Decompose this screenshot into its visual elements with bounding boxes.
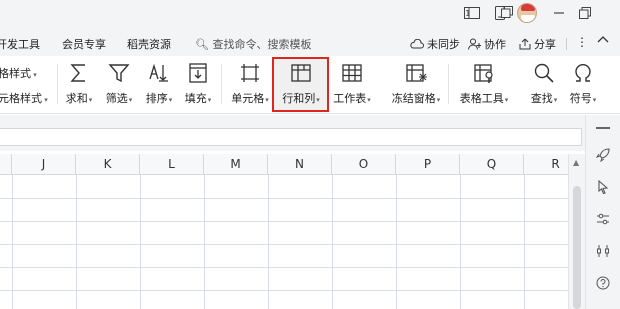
- side-panel: [585, 115, 620, 309]
- split-screen-icon[interactable]: 1: [461, 4, 483, 22]
- sort-button[interactable]: 排序▾: [141, 60, 177, 110]
- symbol-button[interactable]: 符号▾: [565, 60, 601, 110]
- grid-line: [140, 175, 141, 309]
- share-button[interactable]: 分享: [519, 36, 556, 52]
- title-bar: 1: [0, 0, 620, 30]
- find-button[interactable]: 查找▾: [526, 60, 562, 110]
- scroll-up-icon[interactable]: ▲: [573, 158, 579, 167]
- cell-button[interactable]: 单元格▾: [228, 60, 272, 110]
- column-header-partial[interactable]: [0, 154, 12, 175]
- style-labels: 格样式 ▾ 元格样式 ▾: [0, 62, 48, 112]
- scrollbar-thumb[interactable]: [573, 186, 581, 309]
- grid-line: [0, 244, 568, 245]
- search-command[interactable]: 🔍︎ 查找命令、搜索模板: [195, 36, 311, 52]
- more-options-icon[interactable]: ⋮: [576, 35, 588, 49]
- ribbon-divider: [57, 64, 58, 104]
- grid-line: [12, 175, 13, 309]
- column-header-q[interactable]: Q: [460, 154, 524, 175]
- symbol-icon: [575, 63, 591, 82]
- cell-icon: [241, 64, 259, 82]
- formula-input[interactable]: [0, 128, 582, 146]
- column-header-o[interactable]: O: [332, 154, 396, 175]
- cursor-icon[interactable]: [593, 177, 613, 197]
- grid-line: [0, 290, 568, 291]
- filter-icon: [108, 64, 130, 83]
- minimize-icon[interactable]: [548, 4, 570, 22]
- grid-line: [204, 175, 205, 309]
- restore-icon[interactable]: [496, 3, 518, 21]
- table-style-button[interactable]: 格样式 ▾: [0, 62, 48, 87]
- sum-button[interactable]: 求和▾: [62, 60, 96, 110]
- fill-button[interactable]: 填充▾: [180, 60, 216, 110]
- grid-line: [0, 267, 568, 268]
- cell-style-button[interactable]: 元格样式 ▾: [0, 87, 48, 112]
- collapse-ribbon-icon[interactable]: [597, 34, 609, 47]
- ribbon-divider: [221, 64, 222, 104]
- spreadsheet-grid[interactable]: J K L M N O P Q R: [0, 154, 568, 309]
- cloud-icon: [410, 39, 424, 49]
- ribbon-divider: [448, 64, 449, 104]
- rocket-icon[interactable]: [593, 145, 613, 165]
- column-header-p[interactable]: P: [396, 154, 460, 175]
- collaborate-button[interactable]: 协作: [468, 36, 506, 52]
- menu-divider: [566, 38, 567, 50]
- column-header-m[interactable]: M: [204, 154, 268, 175]
- filter-button[interactable]: 筛选▾: [101, 60, 137, 110]
- fill-icon: [189, 63, 207, 83]
- search-icon: 🔍︎: [195, 38, 209, 51]
- menu-bar: 开发工具 会员专享 稻壳资源 🔍︎ 查找命令、搜索模板 未同步 协作 分享 ⋮: [0, 30, 620, 56]
- find-icon: [534, 63, 554, 83]
- grid-line: [268, 175, 269, 309]
- grid-line: [524, 175, 525, 309]
- share-icon: [519, 38, 531, 50]
- svg-text:1: 1: [465, 9, 470, 18]
- tools-icon[interactable]: [593, 241, 613, 261]
- worksheet-icon: [342, 64, 362, 82]
- panel-handle-icon[interactable]: [596, 127, 610, 129]
- vertical-scrollbar[interactable]: ▲: [568, 154, 585, 309]
- avatar[interactable]: [517, 3, 537, 23]
- menu-member-exclusive[interactable]: 会员专享: [62, 36, 106, 52]
- grid-line: [332, 175, 333, 309]
- share-label: 分享: [534, 38, 556, 51]
- collaborate-label: 协作: [484, 38, 506, 51]
- column-header-j[interactable]: J: [12, 154, 76, 175]
- column-header-row: J K L M N O P Q R: [0, 154, 568, 175]
- row-col-button[interactable]: 行和列▾: [276, 60, 326, 110]
- menu-docer-resources[interactable]: 稻壳资源: [127, 36, 171, 52]
- freeze-panes-icon: [406, 64, 427, 82]
- table-tools-button[interactable]: 表格工具▾: [456, 60, 512, 110]
- menu-developer-tools[interactable]: 开发工具: [0, 36, 40, 52]
- maximize-icon[interactable]: [574, 4, 596, 22]
- worksheet-button[interactable]: 工作表▾: [330, 60, 374, 110]
- column-header-k[interactable]: K: [76, 154, 140, 175]
- settings-slider-icon[interactable]: [593, 209, 613, 229]
- row-col-icon: [291, 64, 311, 82]
- column-header-l[interactable]: L: [140, 154, 204, 175]
- collaborate-icon: [468, 38, 481, 50]
- sync-status-button[interactable]: 未同步: [410, 36, 460, 52]
- help-icon[interactable]: [593, 273, 613, 293]
- grid-line: [396, 175, 397, 309]
- grid-line: [0, 221, 568, 222]
- formula-bar-area: [0, 115, 585, 151]
- sum-icon: [70, 64, 85, 82]
- table-tools-icon: [474, 64, 493, 83]
- column-header-r[interactable]: R: [524, 154, 568, 175]
- grid-line: [460, 175, 461, 309]
- sort-icon: [149, 63, 168, 82]
- column-header-n[interactable]: N: [268, 154, 332, 175]
- freeze-panes-button[interactable]: 冻结窗格▾: [386, 60, 446, 110]
- grid-line: [0, 198, 568, 199]
- grid-line: [76, 175, 77, 309]
- search-placeholder: 查找命令、搜索模板: [212, 38, 312, 51]
- sync-label: 未同步: [427, 38, 460, 51]
